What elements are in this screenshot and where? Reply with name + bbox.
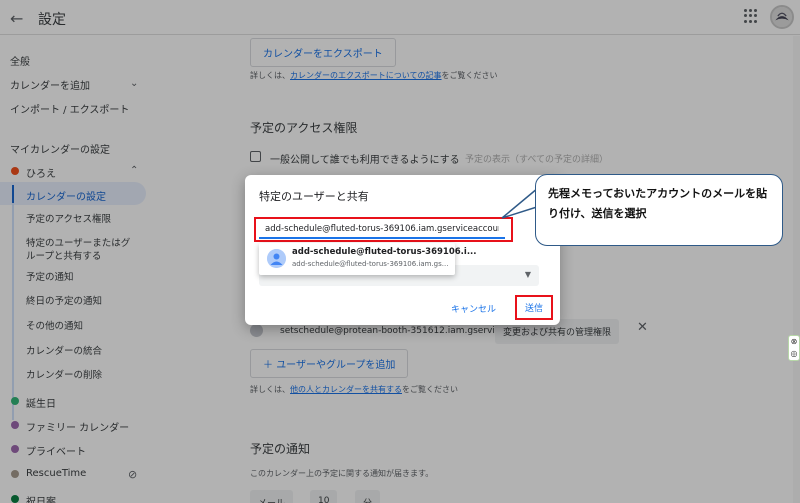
cancel-button[interactable]: キャンセル xyxy=(451,302,496,315)
email-suggestion[interactable]: add-schedule@fluted-torus-369106.i... ad… xyxy=(259,243,477,275)
suggestion-email: add-schedule@fluted-torus-369106.iam.gs.… xyxy=(292,260,449,268)
send-button[interactable]: 送信 xyxy=(515,295,553,320)
edge-widget[interactable]: ⊗ ◎ xyxy=(788,335,800,361)
dropdown-caret-icon: ▼ xyxy=(524,270,531,279)
suggestion-name: add-schedule@fluted-torus-369106.i... xyxy=(292,247,477,257)
dialog-title: 特定のユーザーと共有 xyxy=(259,190,369,203)
user-avatar-icon xyxy=(267,249,286,268)
highlight-box xyxy=(254,217,513,242)
instruction-callout: 先程メモっておいたアカウントのメールを貼り付け、送信を選択 xyxy=(535,174,783,246)
